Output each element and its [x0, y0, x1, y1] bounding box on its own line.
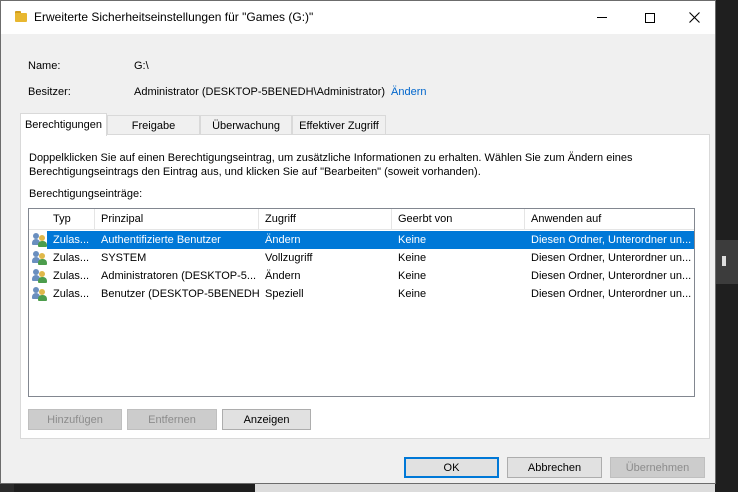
- column-header-inherited[interactable]: Geerbt von: [392, 209, 525, 230]
- users-icon: [32, 232, 48, 247]
- add-button[interactable]: Hinzufügen: [28, 409, 122, 430]
- close-icon: [688, 12, 700, 23]
- cell-applies-to: Diesen Ordner, Unterordner un...: [531, 270, 692, 282]
- owner-value: Administrator (DESKTOP-5BENEDH\Administr…: [134, 86, 386, 98]
- apply-button[interactable]: Übernehmen: [610, 457, 705, 478]
- users-icon: [32, 286, 48, 301]
- cell-inherited: Keine: [398, 234, 427, 246]
- column-header-principal[interactable]: Prinzipal: [95, 209, 259, 230]
- tab-auditing[interactable]: Überwachung: [200, 115, 292, 135]
- window-title: Erweiterte Sicherheitseinstellungen für …: [34, 10, 314, 24]
- cell-inherited: Keine: [398, 252, 427, 264]
- cell-access: Ändern: [265, 234, 301, 246]
- ok-button[interactable]: OK: [404, 457, 499, 478]
- table-row[interactable]: Zulas... Authentifizierte Benutzer Änder…: [29, 231, 694, 249]
- name-value: G:\: [134, 60, 149, 72]
- cell-principal: Authentifizierte Benutzer: [101, 234, 221, 246]
- cell-access: Speziell: [265, 288, 304, 300]
- table-row[interactable]: Zulas... Administratoren (DESKTOP-5... Ä…: [29, 267, 694, 285]
- background-scroll-area: [716, 240, 738, 284]
- cell-principal: Administratoren (DESKTOP-5...: [101, 270, 257, 282]
- cell-inherited: Keine: [398, 270, 427, 282]
- tab-sharing[interactable]: Freigabe: [107, 115, 200, 135]
- cell-type: Zulas...: [53, 270, 90, 282]
- table-row[interactable]: Zulas... Benutzer (DESKTOP-5BENEDH... Sp…: [29, 285, 694, 303]
- table-row[interactable]: Zulas... SYSTEM Vollzugriff Keine Diesen…: [29, 249, 694, 267]
- name-label: Name:: [28, 60, 61, 72]
- cell-applies-to: Diesen Ordner, Unterordner un...: [531, 288, 692, 300]
- column-header-applies-to[interactable]: Anwenden auf: [525, 209, 694, 230]
- permission-entries-list[interactable]: Typ Prinzipal Zugriff Geerbt von Anwende…: [28, 208, 695, 397]
- column-header-access[interactable]: Zugriff: [259, 209, 392, 230]
- users-icon: [32, 250, 48, 265]
- cell-principal: SYSTEM: [101, 252, 147, 264]
- permission-entries-label: Berechtigungseinträge:: [29, 188, 143, 200]
- security-settings-dialog: Erweiterte Sicherheitseinstellungen für …: [0, 0, 716, 484]
- cell-access: Vollzugriff: [265, 252, 313, 264]
- change-owner-link[interactable]: Ändern: [391, 86, 426, 98]
- title-bar[interactable]: Erweiterte Sicherheitseinstellungen für …: [1, 1, 715, 34]
- minimize-icon: [597, 17, 607, 18]
- cell-type: Zulas...: [53, 252, 90, 264]
- minimize-button[interactable]: [579, 1, 625, 34]
- background-right-strip: [716, 0, 738, 492]
- list-header: Typ Prinzipal Zugriff Geerbt von Anwende…: [29, 209, 694, 230]
- cell-type: Zulas...: [53, 234, 90, 246]
- tab-permissions[interactable]: Berechtigungen: [20, 113, 107, 136]
- cell-inherited: Keine: [398, 288, 427, 300]
- view-button[interactable]: Anzeigen: [222, 409, 311, 430]
- permissions-panel: Doppelklicken Sie auf einen Berechtigung…: [20, 134, 710, 439]
- cell-principal: Benutzer (DESKTOP-5BENEDH...: [101, 288, 259, 300]
- maximize-button[interactable]: [627, 1, 673, 34]
- close-button[interactable]: [671, 1, 717, 34]
- tab-effective-access[interactable]: Effektiver Zugriff: [292, 115, 386, 135]
- folder-icon: [15, 11, 27, 22]
- cell-applies-to: Diesen Ordner, Unterordner un...: [531, 252, 692, 264]
- cell-type: Zulas...: [53, 288, 90, 300]
- permissions-description: Doppelklicken Sie auf einen Berechtigung…: [29, 152, 633, 178]
- cancel-button[interactable]: Abbrechen: [507, 457, 602, 478]
- cell-applies-to: Diesen Ordner, Unterordner un...: [531, 234, 692, 246]
- users-icon: [32, 268, 48, 283]
- owner-label: Besitzer:: [28, 86, 71, 98]
- maximize-icon: [645, 12, 655, 23]
- remove-button[interactable]: Entfernen: [127, 409, 217, 430]
- background-scroll-thumb: [722, 256, 726, 266]
- column-header-type[interactable]: Typ: [47, 209, 95, 230]
- cell-access: Ändern: [265, 270, 301, 282]
